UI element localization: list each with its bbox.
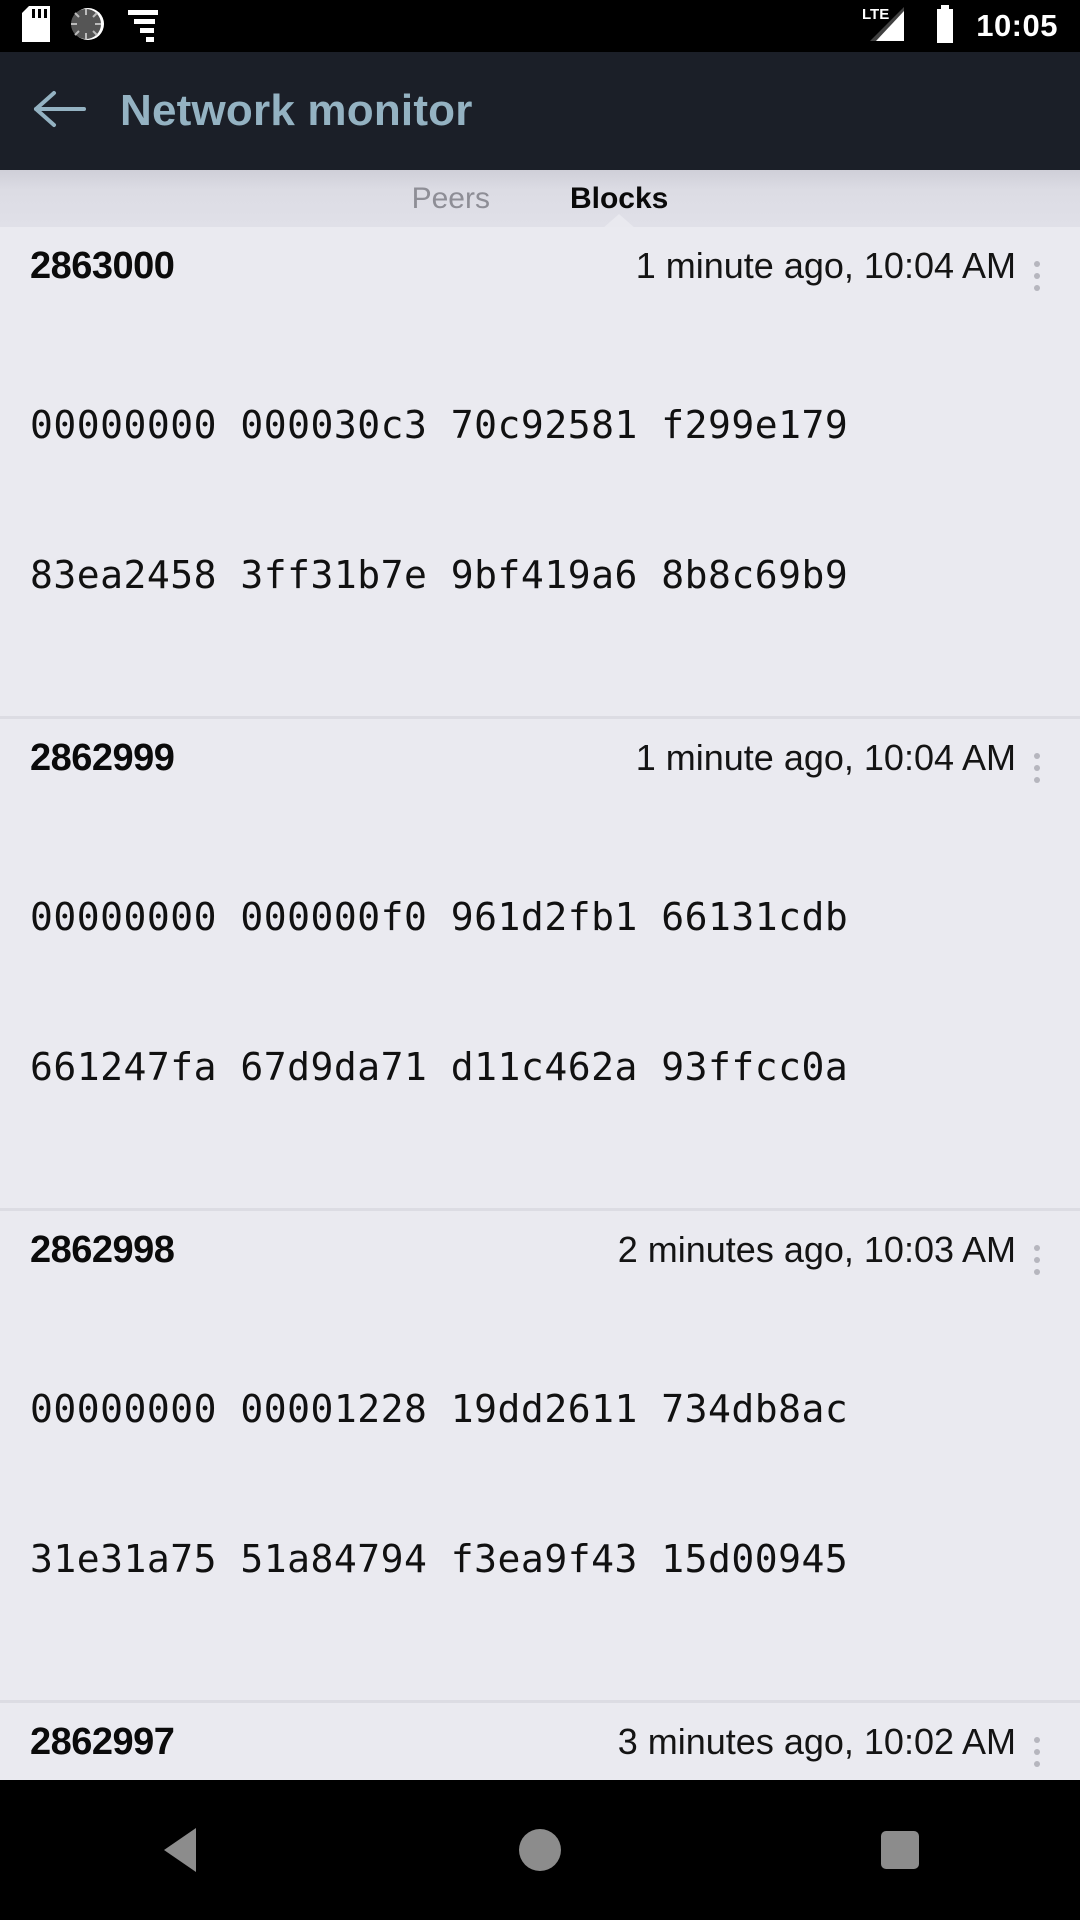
block-hash-line-1: 00000000 000000f0 961d2fb1 66131cdb	[30, 895, 849, 939]
block-time: 1 minute ago, 10:04 AM	[635, 737, 1016, 778]
block-row-header: 2862999 1 minute ago, 10:04 AM	[30, 737, 1050, 780]
lte-signal-icon: LTE	[862, 5, 920, 48]
status-bar-right-icons: LTE 10:05	[862, 4, 1058, 48]
table-row[interactable]: 2862999 1 minute ago, 10:04 AM 00000000 …	[0, 719, 1080, 1211]
battery-icon	[934, 4, 956, 48]
block-hash: 00000000 000000f0 961d2fb1 66131cdb 6612…	[30, 792, 1050, 1192]
back-arrow-icon	[32, 87, 88, 136]
nav-back-icon	[164, 1828, 196, 1872]
block-row-header: 2863000 1 minute ago, 10:04 AM	[30, 245, 1050, 288]
nav-home-button[interactable]	[450, 1780, 630, 1920]
tab-active-indicator-icon	[603, 214, 636, 228]
status-bar: LTE 10:05	[0, 0, 1080, 52]
table-row[interactable]: 2863000 1 minute ago, 10:04 AM 00000000 …	[0, 227, 1080, 719]
block-time: 1 minute ago, 10:04 AM	[635, 245, 1016, 286]
block-hash-line-1: 00000000 000030c3 70c92581 f299e179	[30, 403, 849, 447]
back-button[interactable]	[0, 52, 120, 170]
overflow-menu-icon[interactable]	[1020, 745, 1054, 791]
block-hash-line-2: 661247fa 67d9da71 d11c462a 93ffcc0a	[30, 1045, 849, 1089]
overflow-menu-icon[interactable]	[1020, 1237, 1054, 1283]
sdcard-icon	[22, 5, 50, 47]
overflow-menu-icon[interactable]	[1020, 1729, 1054, 1775]
block-time: 2 minutes ago, 10:03 AM	[617, 1229, 1016, 1270]
tab-blocks[interactable]: Blocks	[530, 170, 708, 228]
block-row-header: 2862997 3 minutes ago, 10:02 AM	[30, 1721, 1050, 1764]
system-navigation-bar	[0, 1780, 1080, 1920]
phone-screen: LTE 10:05 Network monitor Peers Blocks 2…	[0, 0, 1080, 1920]
block-hash-line-1: 00000000 00001228 19dd2611 734db8ac	[30, 1387, 849, 1431]
table-row[interactable]: 2862998 2 minutes ago, 10:03 AM 00000000…	[0, 1211, 1080, 1703]
block-hash-line-2: 31e31a75 51a84794 f3ea9f43 15d00945	[30, 1537, 849, 1581]
nav-home-icon	[519, 1829, 561, 1871]
block-height: 2862999	[30, 737, 175, 779]
nav-back-button[interactable]	[90, 1780, 270, 1920]
overflow-menu-icon[interactable]	[1020, 253, 1054, 299]
block-height: 2863000	[30, 245, 175, 287]
app-bar: Network monitor	[0, 52, 1080, 170]
svg-text:LTE: LTE	[862, 6, 889, 23]
status-bar-clock: 10:05	[976, 8, 1058, 43]
block-list[interactable]: 2863000 1 minute ago, 10:04 AM 00000000 …	[0, 227, 1080, 1920]
block-hash: 00000000 000030c3 70c92581 f299e179 83ea…	[30, 300, 1050, 700]
tab-blocks-label: Blocks	[569, 182, 669, 215]
page-title: Network monitor	[120, 86, 473, 135]
block-time: 3 minutes ago, 10:02 AM	[617, 1721, 1016, 1762]
block-height: 2862997	[30, 1721, 175, 1763]
nav-recents-button[interactable]	[810, 1780, 990, 1920]
block-row-header: 2862998 2 minutes ago, 10:03 AM	[30, 1229, 1050, 1272]
status-bar-left-icons	[22, 5, 160, 47]
block-height: 2862998	[30, 1229, 175, 1271]
tab-peers[interactable]: Peers	[372, 170, 530, 227]
block-hash: 00000000 00001228 19dd2611 734db8ac 31e3…	[30, 1284, 1050, 1684]
dimmed-circle-icon	[70, 6, 106, 47]
block-hash-line-2: 83ea2458 3ff31b7e 9bf419a6 8b8c69b9	[30, 553, 849, 597]
signal-bars-icon	[126, 6, 160, 47]
nav-recents-icon	[881, 1831, 919, 1869]
tab-bar: Peers Blocks	[0, 170, 1080, 228]
